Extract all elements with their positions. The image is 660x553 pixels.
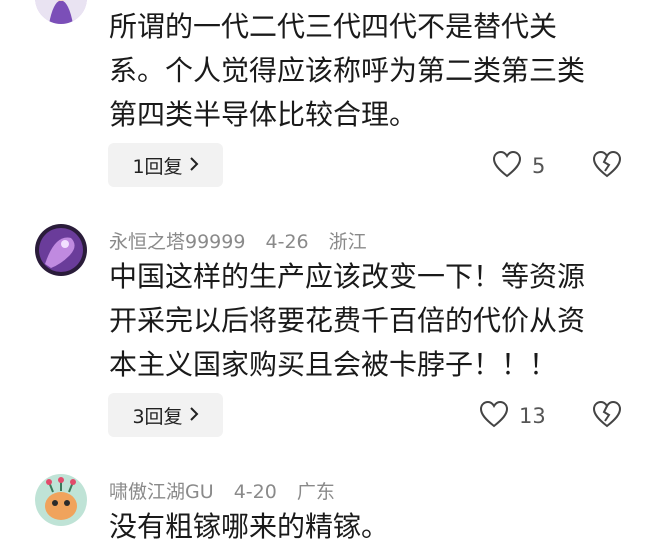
comment-date: 4-26 [265,231,309,253]
comment-meta: 啸傲江湖GU 4-20 广东 [109,477,349,504]
like-count: 13 [519,404,546,428]
broken-heart-icon [592,400,622,432]
comment-location: 广东 [296,481,335,503]
like-count: 5 [532,154,546,178]
comment-meta: 永恒之塔99999 4-26 浙江 [109,227,381,254]
watermark: 网易号 | 杂谈空间社 [548,532,647,545]
avatar[interactable] [35,224,87,276]
chevron-right-icon [189,155,199,176]
avatar[interactable] [35,474,87,526]
heart-outline-icon [492,150,522,182]
avatar[interactable] [35,0,87,24]
reply-button[interactable]: 1回复 [108,143,223,187]
comment-location: 浙江 [328,231,367,253]
broken-heart-icon [592,150,622,182]
reply-label: 3回复 [132,405,183,428]
comment-text: 所谓的一代二代三代四代不是替代关 系。个人觉得应该称呼为第二类第三类 第四类半导… [109,10,586,131]
reply-button[interactable]: 3回复 [108,393,223,437]
reply-label: 1回复 [132,155,183,178]
heart-outline-icon [479,400,509,432]
username[interactable]: 啸傲江湖GU [109,481,214,503]
dislike-button[interactable] [592,400,622,432]
like-button[interactable]: 5 [492,150,545,182]
chevron-right-icon [189,405,199,426]
comment-date: 4-20 [233,481,277,503]
like-button[interactable]: 13 [479,400,546,432]
comment-text: 中国这样的生产应该改变一下！等资源 开采完以后将要花费千百倍的代价从资 本主义国… [109,260,586,381]
dislike-button[interactable] [592,150,622,182]
username[interactable]: 永恒之塔99999 [109,231,245,253]
